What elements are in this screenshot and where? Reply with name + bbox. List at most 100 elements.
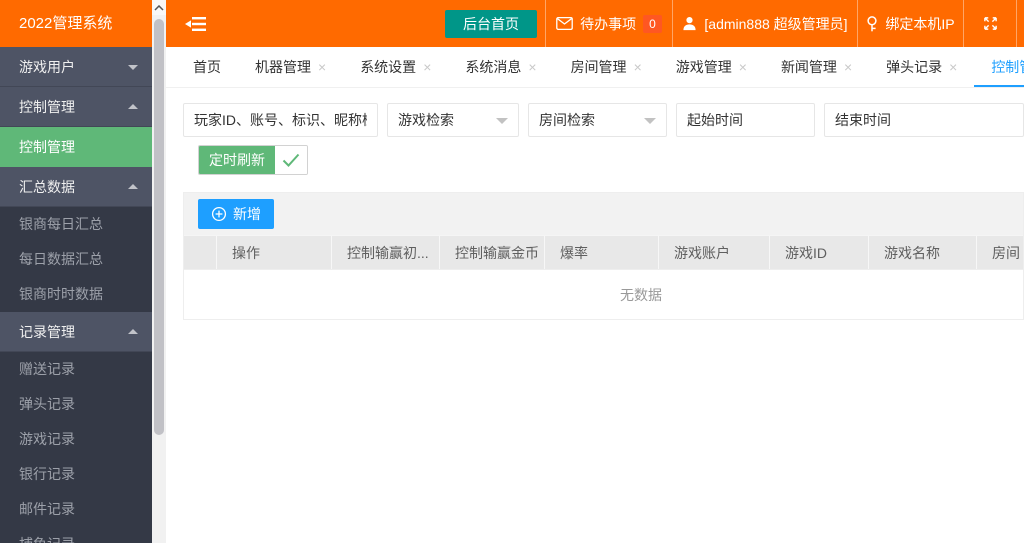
pin-icon (867, 15, 878, 31)
sidebar: 2022管理系统 游戏用户 控制管理 控制管理 汇总数据 银商每日汇总 每日数据… (0, 0, 152, 543)
tab-label: 新闻管理 (780, 59, 837, 75)
sidebar-group-label: 控制管理 (19, 99, 75, 115)
tab-room-manage[interactable]: 房间管理 (554, 47, 659, 87)
envelope-icon (556, 17, 574, 30)
todo-label: 待办事项 (580, 15, 637, 32)
page-content: 游戏检索 房间检索 定时刷新 (166, 88, 1024, 320)
sidebar-item-fishing-record[interactable]: 捕鱼记录 (0, 527, 152, 543)
chevron-down-icon (644, 118, 656, 130)
plus-circle-icon (211, 206, 227, 222)
table-empty-state: 无数据 (184, 269, 1023, 319)
sidebar-item-bank-record[interactable]: 银行记录 (0, 457, 152, 492)
bind-ip-label: 绑定本机IP (885, 15, 955, 32)
sidebar-group-label: 记录管理 (19, 324, 75, 340)
column-header-burst-rate: 爆率 (545, 236, 659, 269)
tab-close-icon[interactable] (739, 60, 747, 74)
tab-close-icon[interactable] (423, 60, 431, 74)
sidebar-item-label: 捕鱼记录 (19, 536, 75, 543)
chevron-up-icon (128, 179, 138, 189)
tab-home[interactable]: 首页 (176, 47, 238, 87)
scrollbar-up-arrow-icon[interactable] (152, 0, 166, 15)
sidebar-item-label: 弹头记录 (19, 396, 75, 412)
sidebar-item-label: 银商时时数据 (19, 286, 103, 302)
sidebar-item-merchant-realtime-data[interactable]: 银商时时数据 (0, 277, 152, 312)
filter-row: 游戏检索 房间检索 (183, 103, 1024, 137)
sidebar-scrollbar[interactable] (152, 0, 166, 543)
collapse-sidebar-icon[interactable] (185, 16, 207, 32)
topbar-right-group: 后台首页 待办事项 0 [admin888 超级管理员] 绑定本机IP (445, 0, 1024, 47)
todo-items-button[interactable]: 待办事项 0 (545, 0, 672, 47)
sidebar-item-label: 银商每日汇总 (19, 216, 103, 232)
room-search-select[interactable]: 房间检索 (527, 103, 667, 137)
tab-close-icon[interactable] (528, 60, 536, 74)
sidebar-group-record-manage[interactable]: 记录管理 (0, 312, 152, 352)
chevron-down-icon (495, 118, 508, 130)
sidebar-item-label: 赠送记录 (19, 361, 75, 377)
column-header-game-account: 游戏账户 (659, 236, 770, 269)
select-value: 房间检索 (538, 112, 595, 128)
tab-bullet-record[interactable]: 弹头记录 (869, 47, 974, 87)
column-header-room: 房间 (992, 245, 1020, 261)
select-value: 游戏检索 (398, 112, 454, 128)
fullscreen-button[interactable] (963, 0, 1016, 47)
tab-label: 游戏管理 (675, 59, 732, 75)
tab-machine-manage[interactable]: 机器管理 (238, 47, 343, 87)
tab-bar: 首页 机器管理 系统设置 系统消息 房间管理 游戏管理 新闻管理 弹头记录 (166, 47, 1024, 88)
fullscreen-icon (983, 17, 997, 30)
tab-close-icon[interactable] (949, 60, 957, 74)
sidebar-item-gift-record[interactable]: 赠送记录 (0, 352, 152, 387)
tab-game-manage[interactable]: 游戏管理 (659, 47, 764, 87)
column-header-game-id: 游戏ID (770, 236, 869, 269)
column-header-control-win-init: 控制输赢初... (332, 236, 440, 269)
add-button[interactable]: 新增 (198, 199, 274, 229)
tab-label: 房间管理 (570, 59, 627, 75)
tab-label: 弹头记录 (886, 59, 943, 75)
start-time-input[interactable] (676, 103, 815, 137)
backend-home-button[interactable]: 后台首页 (445, 9, 537, 38)
chevron-up-icon (128, 99, 138, 109)
bind-local-ip-button[interactable]: 绑定本机IP (857, 0, 963, 47)
main-area: 后台首页 待办事项 0 [admin888 超级管理员] 绑定本机IP 首页 机… (166, 0, 1024, 543)
sidebar-item-control-manage[interactable]: 控制管理 (0, 127, 152, 167)
current-user-button[interactable]: [admin888 超级管理员] (672, 0, 857, 47)
todo-count-badge: 0 (643, 14, 662, 33)
tab-system-messages[interactable]: 系统消息 (448, 47, 553, 87)
sidebar-item-merchant-daily-summary[interactable]: 银商每日汇总 (0, 207, 152, 242)
game-search-select[interactable]: 游戏检索 (387, 103, 519, 137)
column-header-checkbox[interactable] (184, 236, 217, 269)
sidebar-item-label: 游戏记录 (19, 431, 75, 447)
add-button-label: 新增 (233, 206, 261, 222)
tab-label: 系统设置 (360, 59, 417, 75)
player-search-input[interactable] (183, 103, 378, 137)
sidebar-item-label: 每日数据汇总 (19, 251, 103, 267)
tab-close-icon[interactable] (634, 60, 642, 74)
auto-refresh-label: 定时刷新 (199, 146, 275, 174)
data-table-panel: 新增 操作 控制输赢初... 控制输赢金币 爆率 游戏账户 游戏ID 游戏名称 … (183, 192, 1024, 320)
sidebar-item-bullet-record[interactable]: 弹头记录 (0, 387, 152, 422)
sidebar-group-label: 汇总数据 (19, 179, 75, 195)
sidebar-group-label: 游戏用户 (19, 59, 75, 75)
auto-refresh-checkbox[interactable]: 定时刷新 (198, 145, 308, 175)
tab-control-manage[interactable]: 控制管理 (974, 47, 1024, 87)
sidebar-item-game-record[interactable]: 游戏记录 (0, 422, 152, 457)
sidebar-group-game-users[interactable]: 游戏用户 (0, 47, 152, 87)
tab-close-icon[interactable] (318, 60, 326, 74)
app-logo: 2022管理系统 (0, 0, 152, 47)
topbar-section-clipped (1016, 0, 1024, 47)
end-time-input[interactable] (824, 103, 1024, 137)
column-header-game-name: 游戏名称 (869, 236, 977, 269)
sidebar-group-control-manage[interactable]: 控制管理 (0, 87, 152, 127)
chevron-up-icon (128, 324, 138, 334)
sidebar-item-label: 银行记录 (19, 466, 75, 482)
chevron-down-icon (128, 65, 138, 75)
tab-close-icon[interactable] (844, 60, 852, 74)
sidebar-group-summary-data[interactable]: 汇总数据 (0, 167, 152, 207)
sidebar-item-daily-data-summary[interactable]: 每日数据汇总 (0, 242, 152, 277)
user-label: [admin888 超级管理员] (704, 15, 848, 32)
scrollbar-thumb[interactable] (154, 19, 164, 435)
column-header-action: 操作 (217, 236, 332, 269)
tab-news-manage[interactable]: 新闻管理 (764, 47, 869, 87)
top-header: 后台首页 待办事项 0 [admin888 超级管理员] 绑定本机IP (166, 0, 1024, 47)
sidebar-item-mail-record[interactable]: 邮件记录 (0, 492, 152, 527)
tab-system-settings[interactable]: 系统设置 (343, 47, 448, 87)
